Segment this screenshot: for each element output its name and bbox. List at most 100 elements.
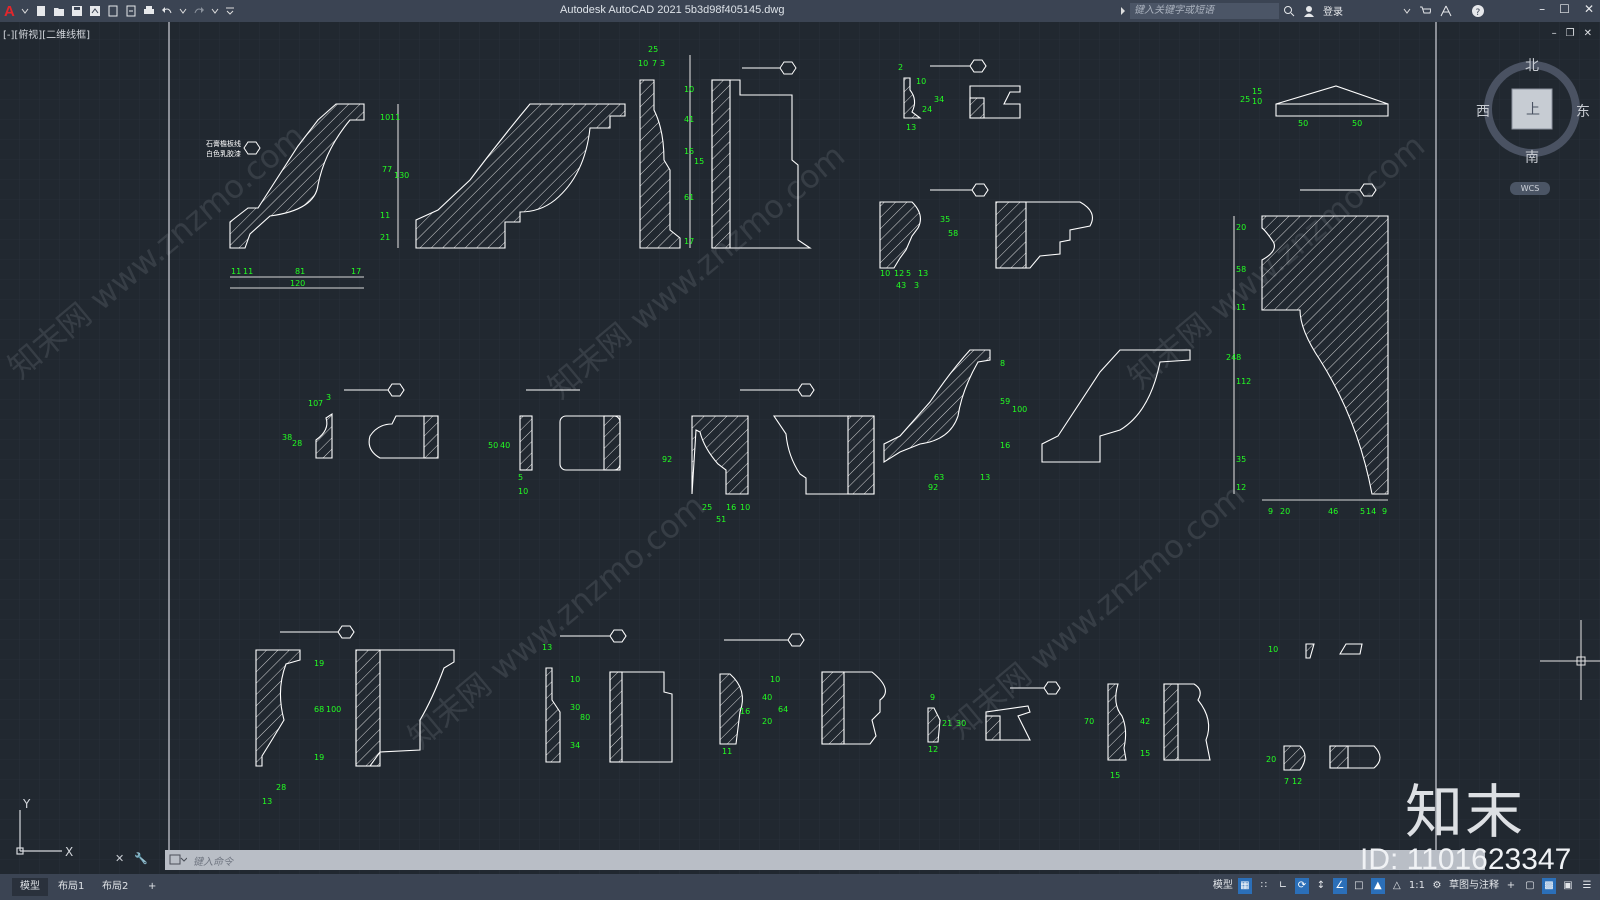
open-web-icon[interactable] [107,5,119,17]
viewcube-top-face[interactable]: 上 [1526,99,1540,119]
id-watermark: ID: 1101623347 [1360,843,1572,876]
save-web-icon[interactable] [125,5,137,17]
dim-15-2: 15 [1140,749,1150,758]
auto-scale-icon[interactable]: △ [1390,878,1404,894]
customization-icon[interactable]: ☰ [1580,878,1594,894]
drawing-close-icon[interactable]: ✕ [1584,28,1592,39]
dim-6-2: 3 [326,393,331,402]
redo-dropdown-icon[interactable] [211,7,219,15]
workspace-switch[interactable]: 草图与注释 [1449,878,1499,894]
dim-12-4: 34 [570,741,580,750]
dim-4-1: 58 [948,229,958,238]
clean-screen-icon[interactable]: ▣ [1561,878,1575,894]
annotation-visibility-icon[interactable]: ▲ [1370,878,1385,894]
label-white-latex: 白色乳胶漆 [206,149,241,158]
autocad-logo[interactable]: A [4,3,15,20]
command-history-icon[interactable] [169,854,187,866]
dim-10-12: 9 [1382,507,1387,516]
dim-10-8: 20 [1280,507,1290,516]
drawing-restore-icon[interactable]: ❐ [1566,28,1575,39]
command-line-customize-icon[interactable]: 🔧 [134,852,148,865]
close-icon[interactable]: ✕ [1584,2,1594,16]
grid-icon[interactable]: ▦ [1237,878,1252,894]
dim-5-1: 10 [1252,97,1262,106]
dim-2-8: 61 [684,193,694,202]
dim-2-6: 15 [684,147,694,156]
chevron-down-icon[interactable] [1403,7,1411,15]
hardware-accel-icon[interactable]: ▩ [1542,878,1556,894]
snap-icon[interactable]: ∷ [1257,878,1271,894]
status-bar: 模型 布局1 布局2 + 模型 ▦ ∷ ∟ ⟳ ↕ ∠ □ ▲ △ 1:1 ⚙ … [0,874,1600,900]
tab-layout1[interactable]: 布局1 [50,878,92,896]
dim-15-3: 15 [1110,771,1120,780]
command-placeholder: 键入命令 [193,857,233,868]
title-bar: A Autodesk AutoCAD 2021 5b3d98f405145.dw… [0,0,1600,22]
save-icon[interactable] [71,5,83,17]
undo-dropdown-icon[interactable] [179,7,187,15]
a360-icon[interactable] [1439,5,1453,17]
plot-icon[interactable] [143,5,155,17]
search-input[interactable]: 键入关键字或短语 [1130,3,1279,19]
dim-2-0: 25 [648,45,658,54]
tab-model[interactable]: 模型 [12,878,48,896]
dim-3-0: 2 [898,63,903,72]
new-file-icon[interactable] [35,5,47,17]
search-icon[interactable] [1283,5,1295,17]
dim-13-0: 10 [770,675,780,684]
wcs-menu[interactable]: WCS [1510,182,1550,195]
drawing-area[interactable]: 石膏檐板线 白色乳胶漆 10 11 77 130 11 21 11 11 81 … [0,22,1600,874]
viewcube-south[interactable]: 南 [1525,147,1539,167]
chevron-down-icon[interactable] [21,7,29,15]
dim-6-4: 28 [292,439,302,448]
command-line-close-icon[interactable]: ✕ [115,852,124,865]
dim-3-1: 13 [906,123,916,132]
save-as-icon[interactable] [89,5,101,17]
dim-6-3: 38 [282,433,292,442]
customize-toolbar-icon[interactable] [225,6,235,16]
dim-9-3: 63 [934,473,944,482]
dynucs-icon[interactable]: □ [1352,878,1366,894]
drawing-minimize-icon[interactable]: – [1552,28,1557,39]
redo-icon[interactable] [193,5,205,17]
user-icon[interactable] [1303,5,1315,17]
viewcube-west[interactable]: 西 [1476,101,1490,121]
status-toggles: 模型 ▦ ∷ ∟ ⟳ ↕ ∠ □ ▲ △ 1:1 ⚙ 草图与注释 + ▢ ▩ ▣… [1213,878,1594,894]
dim-10-3: 248 [1226,353,1241,362]
otrack-icon[interactable]: ∠ [1332,878,1347,894]
help-icon[interactable]: ? [1471,4,1485,18]
dim-4-5: 43 [896,281,906,290]
minimize-icon[interactable]: – [1539,2,1545,16]
dim-1-5: 21 [380,233,390,242]
ortho-icon[interactable]: ∟ [1276,878,1290,894]
search-expand-icon[interactable] [1120,7,1126,15]
viewcube-north[interactable]: 北 [1525,55,1539,75]
dim-11-4: 28 [276,783,286,792]
model-space-toggle[interactable]: 模型 [1213,878,1233,894]
viewport-controls-label[interactable]: [-][俯视][二维线框] [3,26,90,41]
dim-11-1: 68 [314,705,324,714]
tab-layout2[interactable]: 布局2 [94,878,136,896]
maximize-icon[interactable]: ☐ [1559,2,1570,16]
dim-9-2: 16 [1000,441,1010,450]
label-gypsum-cornice: 石膏檐板线 [206,139,241,148]
undo-icon[interactable] [161,5,173,17]
dim-8-3: 10 [740,503,750,512]
osnap-icon[interactable]: ↕ [1314,878,1328,894]
cart-icon[interactable] [1419,5,1431,17]
dim-5-4: 50 [1352,119,1362,128]
plus-icon[interactable]: + [1504,878,1518,894]
tab-add-layout[interactable]: + [140,878,164,896]
open-file-icon[interactable] [53,5,65,17]
command-input[interactable]: 键入命令 [165,850,1485,870]
isolate-icon[interactable]: ▢ [1523,878,1537,894]
polar-icon[interactable]: ⟳ [1294,878,1309,894]
login-link[interactable]: 登录 [1323,3,1343,18]
quick-access-toolbar: A [0,0,235,22]
dim-10-5: 35 [1236,455,1246,464]
annotation-scale[interactable]: 1:1 [1409,878,1425,894]
title-right-tools: 登录 ? [1283,3,1485,18]
viewcube-east[interactable]: 东 [1576,101,1590,121]
dim-10-0: 20 [1236,223,1246,232]
dim-7-1: 40 [500,441,510,450]
gear-icon[interactable]: ⚙ [1430,878,1444,894]
